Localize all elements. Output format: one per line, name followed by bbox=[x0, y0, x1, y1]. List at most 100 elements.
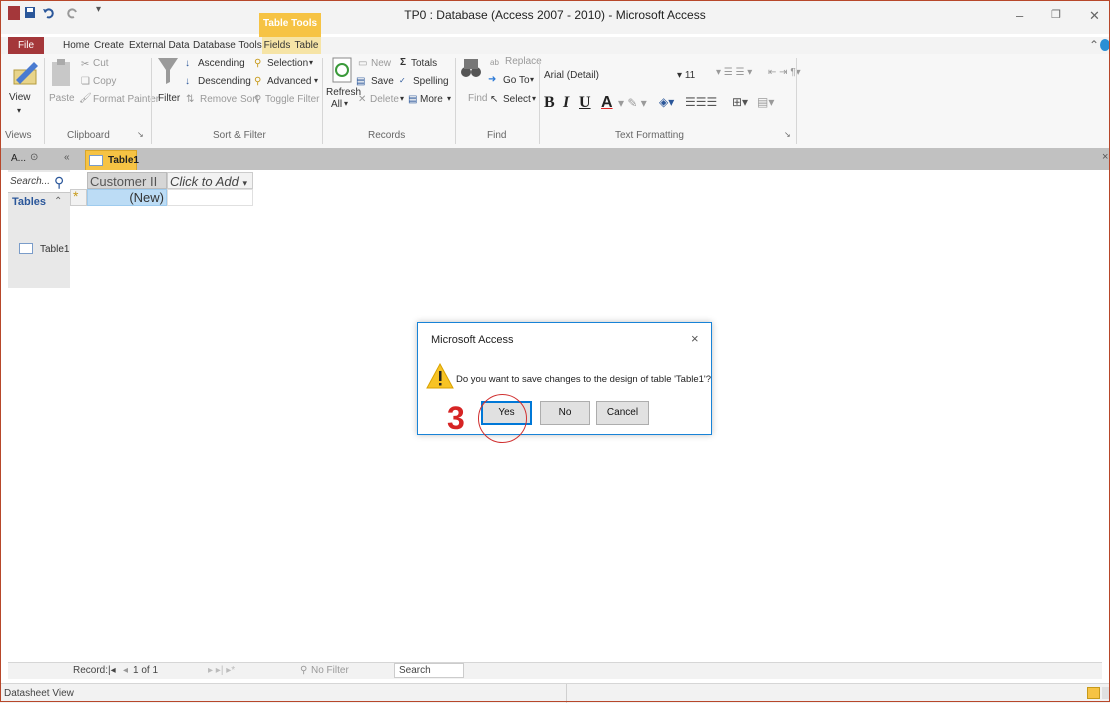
spelling-label[interactable]: Spelling bbox=[413, 76, 449, 87]
column-dropdown-icon[interactable]: ▾ bbox=[243, 178, 248, 188]
empty-cell[interactable] bbox=[167, 189, 253, 206]
close-window-icon[interactable]: ✕ bbox=[1089, 8, 1100, 24]
view-button-label[interactable]: View bbox=[9, 92, 31, 103]
format-painter-label[interactable]: Format Painter bbox=[93, 94, 159, 105]
new-record-cell[interactable]: (New) bbox=[87, 189, 167, 206]
minimize-icon[interactable]: – bbox=[1016, 8, 1023, 23]
tab-create[interactable]: Create bbox=[94, 37, 124, 54]
nav-search-input[interactable]: Search... bbox=[10, 176, 50, 187]
cut-label[interactable]: Cut bbox=[93, 58, 109, 69]
dialog-close-icon[interactable]: × bbox=[691, 331, 699, 346]
save-record-label[interactable]: Save bbox=[371, 76, 394, 87]
no-button[interactable]: No bbox=[540, 401, 590, 425]
fill-color-icon[interactable]: ◈▾ bbox=[659, 95, 674, 109]
tab-table1[interactable]: Table1 bbox=[85, 150, 139, 172]
text-formatting-launcher-icon[interactable]: ↘ bbox=[784, 130, 791, 139]
nav-section-tables[interactable]: Tables bbox=[12, 196, 46, 208]
column-header-customer-id[interactable]: Customer II bbox=[87, 172, 167, 189]
nav-pane-dropdown-icon[interactable]: ⊙ bbox=[30, 152, 38, 163]
previous-record-icon[interactable]: ◂ bbox=[123, 665, 128, 676]
separator bbox=[44, 58, 45, 144]
ascending-label[interactable]: Ascending bbox=[198, 58, 245, 69]
selection-label[interactable]: Selection bbox=[267, 58, 308, 69]
new-record-label[interactable]: New bbox=[371, 58, 391, 69]
next-last-new-record-icons[interactable]: ▸ ▸| ▸* bbox=[208, 665, 235, 676]
copy-icon[interactable]: ❏ bbox=[81, 76, 90, 87]
nav-search-box[interactable]: Search... ⚲ bbox=[8, 172, 70, 193]
filter-button-label[interactable]: Filter bbox=[158, 93, 180, 104]
record-search-input[interactable]: Search bbox=[399, 665, 431, 676]
underline-button[interactable]: U bbox=[579, 94, 591, 112]
design-view-icon[interactable] bbox=[1102, 687, 1110, 699]
descending-label[interactable]: Descending bbox=[198, 76, 251, 87]
selection-dropdown-icon[interactable]: ▾ bbox=[309, 58, 313, 67]
more-dropdown-icon[interactable]: ▾ bbox=[447, 94, 451, 103]
select-dropdown-icon[interactable]: ▾ bbox=[532, 94, 536, 103]
record-search-box[interactable]: Search bbox=[394, 663, 464, 678]
go-to-label[interactable]: Go To bbox=[503, 75, 530, 86]
find-label[interactable]: Find bbox=[468, 93, 487, 104]
font-size-select[interactable]: ▾ 11 bbox=[677, 68, 713, 84]
go-to-dropdown-icon[interactable]: ▾ bbox=[530, 75, 534, 84]
copy-label[interactable]: Copy bbox=[93, 76, 116, 87]
nav-item-table1[interactable]: Table1 bbox=[8, 240, 70, 262]
datasheet-view-icon[interactable] bbox=[1087, 687, 1100, 699]
restore-icon[interactable]: ❐ bbox=[1051, 8, 1061, 21]
advanced-label[interactable]: Advanced bbox=[267, 76, 311, 87]
tab-home[interactable]: Home bbox=[63, 37, 90, 54]
paste-button-label[interactable]: Paste bbox=[49, 93, 75, 104]
select-label[interactable]: Select bbox=[503, 94, 531, 105]
cancel-button[interactable]: Cancel bbox=[596, 401, 649, 425]
font-color-icon[interactable]: A bbox=[601, 94, 613, 112]
bold-button[interactable]: B bbox=[544, 94, 555, 112]
align-icons[interactable]: ☰☰☰ bbox=[685, 95, 717, 109]
collapse-ribbon-icon[interactable]: ⌃ bbox=[1089, 37, 1099, 54]
search-icon[interactable]: ⚲ bbox=[54, 174, 64, 191]
separator bbox=[539, 58, 540, 144]
refresh-all-label[interactable]: All bbox=[331, 99, 342, 110]
font-name-select[interactable]: Arial (Detail) bbox=[542, 68, 676, 84]
italic-button[interactable]: I bbox=[563, 94, 569, 112]
toggle-filter-label[interactable]: Toggle Filter bbox=[265, 94, 319, 105]
more-label[interactable]: More bbox=[420, 94, 443, 105]
selection-icon: ⚲ bbox=[254, 58, 262, 69]
yes-button[interactable]: Yes bbox=[481, 401, 532, 425]
remove-sort-label[interactable]: Remove Sort bbox=[200, 94, 258, 105]
tab-fields[interactable]: Fields bbox=[262, 37, 292, 54]
tab-external-data[interactable]: External Data bbox=[129, 37, 190, 54]
gridlines-icon[interactable]: ⊞▾ bbox=[732, 95, 748, 109]
clipboard-launcher-icon[interactable]: ↘ bbox=[137, 130, 144, 139]
status-view-text: Datasheet View bbox=[4, 688, 74, 699]
separator bbox=[322, 58, 323, 144]
advanced-dropdown-icon[interactable]: ▾ bbox=[314, 76, 318, 85]
highlight-icon[interactable]: ▾ ✎ ▾ bbox=[618, 96, 647, 110]
new-row-selector[interactable]: * bbox=[70, 188, 87, 206]
totals-label[interactable]: Totals bbox=[411, 58, 437, 69]
tab-table[interactable]: Table bbox=[292, 37, 321, 54]
collapse-nav-pane-icon[interactable]: « bbox=[64, 152, 70, 163]
alternate-row-color-icon[interactable]: ▤▾ bbox=[757, 95, 774, 109]
view-dropdown-icon[interactable]: ▾ bbox=[17, 106, 21, 115]
replace-label[interactable]: Replace bbox=[505, 56, 542, 67]
tab-file[interactable]: File bbox=[8, 37, 44, 54]
help-icon[interactable] bbox=[1100, 39, 1110, 51]
record-position-input[interactable]: 1 of 1 bbox=[133, 665, 158, 676]
column-header-click-to-add[interactable]: Click to Add ▾ bbox=[167, 172, 253, 189]
list-icons[interactable]: ▾ ☰ ☰ ▾ bbox=[716, 67, 752, 78]
nav-pane-header[interactable]: A... ⊙ « bbox=[8, 148, 70, 170]
first-record-icon[interactable]: |◂ bbox=[108, 665, 116, 676]
delete-dropdown-icon[interactable]: ▾ bbox=[400, 94, 404, 103]
view-icon[interactable] bbox=[10, 58, 42, 86]
delete-label[interactable]: Delete bbox=[370, 94, 399, 105]
cut-icon[interactable]: ✂ bbox=[81, 59, 89, 70]
collapse-section-icon[interactable]: ⌃ bbox=[54, 196, 62, 207]
no-filter-icon[interactable]: ⚲ bbox=[300, 665, 307, 676]
no-filter-label[interactable]: No Filter bbox=[311, 665, 349, 676]
refresh-label[interactable]: Refresh bbox=[326, 87, 361, 98]
tab-database-tools[interactable]: Database Tools bbox=[193, 37, 262, 54]
format-painter-icon[interactable]: 🖌 bbox=[79, 93, 92, 104]
refresh-dropdown-icon[interactable]: ▾ bbox=[344, 99, 348, 108]
tab-table1-label: Table1 bbox=[108, 155, 139, 166]
status-bar: Datasheet View bbox=[0, 683, 1110, 703]
close-tab-icon[interactable]: × bbox=[1102, 151, 1108, 163]
